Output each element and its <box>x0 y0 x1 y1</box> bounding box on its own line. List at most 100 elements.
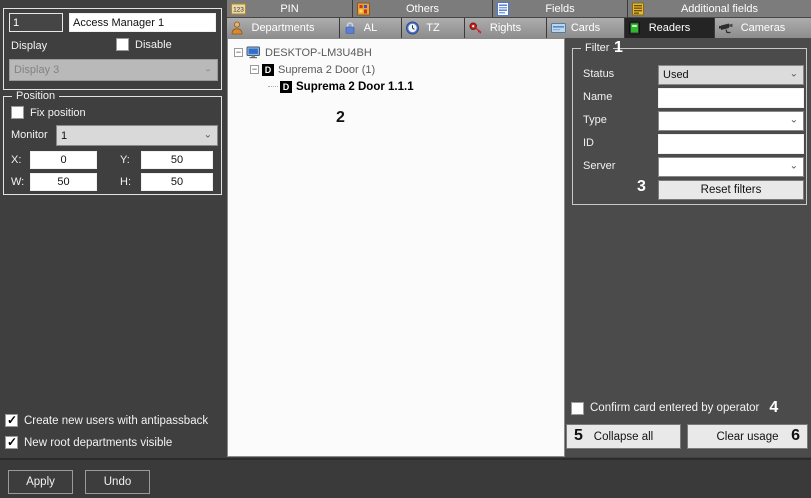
monitor-label: Monitor <box>11 129 48 141</box>
confirm-card-checkbox[interactable] <box>571 401 584 415</box>
monitor-select[interactable]: 1 ⌄ <box>56 125 218 146</box>
clear-usage-button[interactable]: Clear usage 6 <box>687 424 808 449</box>
tab-fields[interactable]: Fields <box>493 0 628 18</box>
tab-row-top: 123 PIN Others Fields Additional fields <box>227 0 811 18</box>
reset-filters-button[interactable]: Reset filters <box>658 180 804 200</box>
collapse-expander-icon[interactable]: − <box>234 48 243 57</box>
y-field[interactable] <box>141 151 213 169</box>
status-select[interactable]: Used ⌄ <box>658 65 804 85</box>
fix-position-checkbox-row[interactable]: Fix position <box>11 106 86 119</box>
antipassback-checkbox-row[interactable]: Create new users with antipassback <box>5 413 209 427</box>
svg-text:123: 123 <box>233 6 244 13</box>
chevron-down-icon: ⌄ <box>203 129 212 141</box>
tab-al[interactable]: AL <box>340 18 402 38</box>
manager-groupbox: Display Disable Display 3 ⌄ <box>3 8 222 90</box>
clock-icon <box>406 21 419 35</box>
filter-groupbox: Filter 1 Status Used ⌄ Name Type ⌄ ID Se… <box>572 39 807 205</box>
type-select[interactable]: ⌄ <box>658 111 804 131</box>
root-departments-checkbox[interactable] <box>5 435 18 449</box>
tab-departments[interactable]: Departments <box>227 18 340 38</box>
lock-icon <box>344 21 356 35</box>
root-departments-checkbox-row[interactable]: New root departments visible <box>5 435 173 449</box>
annotation-4: 4 <box>769 399 779 416</box>
device-tree-panel: − DESKTOP-LM3U4BH − D Suprema 2 Door (1)… <box>227 38 565 457</box>
tree-node-door-selected[interactable]: D Suprema 2 Door 1.1.1 <box>228 78 564 95</box>
tab-tz[interactable]: TZ <box>402 18 465 38</box>
disable-checkbox-row[interactable]: Disable <box>116 38 172 51</box>
confirm-card-checkbox-row[interactable]: Confirm card entered by operator 4 <box>571 399 778 417</box>
tree-node-label: Suprema 2 Door (1) <box>278 63 376 76</box>
undo-button[interactable]: Undo <box>85 470 150 494</box>
id-filter-field[interactable] <box>658 134 804 154</box>
collapse-expander-icon[interactable]: − <box>250 65 259 74</box>
chevron-down-icon: ⌄ <box>203 63 212 75</box>
chevron-down-icon: ⌄ <box>789 114 798 126</box>
disable-checkbox[interactable] <box>116 38 129 51</box>
antipassback-checkbox[interactable] <box>5 413 18 427</box>
name-filter-field[interactable] <box>658 88 804 108</box>
tree-node-label: DESKTOP-LM3U4BH <box>265 46 372 59</box>
server-label: Server <box>583 160 616 172</box>
computer-icon <box>246 46 261 59</box>
tab-pin[interactable]: 123 PIN <box>227 0 353 18</box>
manager-name-field[interactable] <box>69 13 216 32</box>
manager-id-field[interactable] <box>9 13 63 32</box>
x-label: X: <box>11 154 22 166</box>
tab-readers[interactable]: Readers <box>625 18 715 38</box>
display-select: Display 3 ⌄ <box>9 59 218 81</box>
pin-123-icon: 123 <box>231 3 246 14</box>
annotation-1: 1 <box>614 39 623 56</box>
key-icon <box>469 22 483 34</box>
position-group-title: Position <box>12 90 60 102</box>
camera-icon <box>719 22 735 34</box>
additional-fields-icon <box>632 2 644 15</box>
server-select[interactable]: ⌄ <box>658 157 804 177</box>
w-field[interactable] <box>30 173 97 191</box>
disable-label: Disable <box>135 38 172 51</box>
tab-additional-fields[interactable]: Additional fields <box>628 0 811 18</box>
collapse-all-button[interactable]: 5 Collapse all <box>566 424 681 449</box>
tab-cards[interactable]: Cards <box>547 18 625 38</box>
antipassback-label: Create new users with antipassback <box>24 414 209 427</box>
filter-group-title: Filter <box>581 42 614 54</box>
tree-connector <box>268 86 278 87</box>
w-label: W: <box>11 176 25 188</box>
tab-rights[interactable]: Rights <box>465 18 547 38</box>
annotation-3: 3 <box>637 178 646 195</box>
tree-node-door-group[interactable]: − D Suprema 2 Door (1) <box>228 61 564 78</box>
display-label: Display <box>11 40 48 52</box>
tree-node-root[interactable]: − DESKTOP-LM3U4BH <box>228 44 564 61</box>
confirm-card-label: Confirm card entered by operator <box>590 402 760 414</box>
card-icon <box>551 23 566 33</box>
fix-position-checkbox[interactable] <box>11 106 24 119</box>
h-label: H: <box>120 176 131 188</box>
y-label: Y: <box>120 154 130 166</box>
tree-node-label: Suprema 2 Door 1.1.1 <box>296 80 414 93</box>
id-label: ID <box>583 137 594 149</box>
annotation-5: 5 <box>574 427 583 444</box>
fields-icon <box>497 1 509 16</box>
chevron-down-icon: ⌄ <box>789 68 798 80</box>
apply-button[interactable]: Apply <box>8 470 73 494</box>
position-groupbox: Position Fix position Monitor 1 ⌄ X: Y: … <box>3 90 222 195</box>
x-field[interactable] <box>30 151 97 169</box>
filter-panel: Filter 1 Status Used ⌄ Name Type ⌄ ID Se… <box>565 38 811 457</box>
others-icon <box>357 2 370 15</box>
h-field[interactable] <box>141 173 213 191</box>
annotation-2: 2 <box>336 109 345 126</box>
door-d-icon: D <box>280 80 292 93</box>
door-d-icon: D <box>262 63 274 76</box>
action-bar: Apply Undo <box>0 458 811 498</box>
tab-others[interactable]: Others <box>353 0 493 18</box>
person-icon <box>231 21 243 35</box>
chevron-down-icon: ⌄ <box>789 160 798 172</box>
tab-strip: 123 PIN Others Fields Additional fields <box>227 0 811 38</box>
root-departments-label: New root departments visible <box>24 436 173 449</box>
settings-panel: Display Disable Display 3 ⌄ Position Fix… <box>0 0 227 458</box>
name-label: Name <box>583 91 613 103</box>
tab-cameras[interactable]: Cameras <box>715 18 811 38</box>
fix-position-label: Fix position <box>30 106 86 119</box>
annotation-6: 6 <box>791 427 800 444</box>
type-label: Type <box>583 114 607 126</box>
tab-row-bottom: Departments AL TZ Rights Cards Readers C… <box>227 18 811 38</box>
